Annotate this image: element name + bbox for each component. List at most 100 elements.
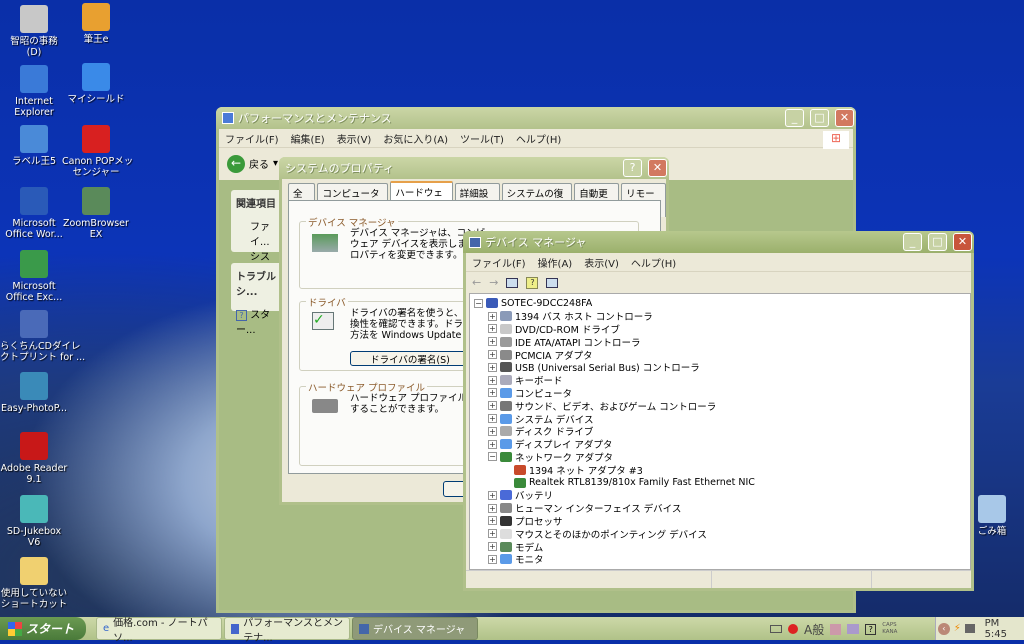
expand-toggle[interactable]: + xyxy=(488,311,497,321)
title-bar[interactable]: デバイス マネージャ _ □ ✕ xyxy=(463,231,974,253)
expand-toggle[interactable]: + xyxy=(488,324,497,334)
expand-toggle[interactable]: + xyxy=(488,426,497,436)
ime-mode[interactable]: A般 xyxy=(804,621,824,638)
desktop-icon[interactable]: らくちんCDダイレ クトプリント for ... xyxy=(0,310,85,363)
menu-item[interactable]: お気に入り(A) xyxy=(383,131,448,146)
taskbar-item-device-manager[interactable]: デバイス マネージャ xyxy=(352,617,478,640)
desktop-icon[interactable]: ラベル王5 xyxy=(0,125,68,167)
menu-item[interactable]: ツール(T) xyxy=(460,131,504,146)
desktop-icon[interactable]: ZoomBrowser EX xyxy=(62,187,130,240)
expand-toggle[interactable]: + xyxy=(488,542,497,552)
desktop-icon[interactable]: SD-Jukebox V6 xyxy=(0,495,68,548)
tree-node[interactable]: +1394 バス ホスト コントローラ xyxy=(474,310,966,323)
tray-expand-icon[interactable]: ‹ xyxy=(938,622,950,635)
tree-node[interactable]: + コンピュータ xyxy=(474,387,966,400)
expand-toggle[interactable]: + xyxy=(488,554,497,564)
expand-toggle[interactable]: + xyxy=(488,388,497,398)
tree-node[interactable]: + マウスとそのほかのポインティング デバイス xyxy=(474,527,966,541)
tree-node[interactable]: + プロセッサ xyxy=(474,515,966,528)
desktop-icon[interactable]: Microsoft Office Exc... xyxy=(0,250,68,303)
desktop-icon[interactable]: Canon POPメッ センジャー xyxy=(62,125,133,178)
expand-toggle[interactable]: + xyxy=(488,516,497,526)
desktop-icon[interactable]: Microsoft Office Wor... xyxy=(0,187,68,240)
menu-item[interactable]: 表示(V) xyxy=(584,255,619,270)
tree-node[interactable]: − ネットワーク アダプタ xyxy=(474,451,966,464)
desktop-icon[interactable]: 智昭の事務 (D) xyxy=(0,5,68,58)
back-icon[interactable]: ← xyxy=(472,276,481,289)
tree-node[interactable]: + システム デバイス xyxy=(474,412,966,426)
desktop-icon[interactable]: 筆王e xyxy=(62,3,130,45)
menu-item[interactable]: ヘルプ(H) xyxy=(516,131,561,146)
desktop-icon[interactable]: 使用していない ショートカット xyxy=(0,557,68,610)
tree-node[interactable]: + ディスク ドライブ xyxy=(474,425,966,438)
back-icon[interactable]: ← xyxy=(227,154,245,173)
tree-node[interactable]: + DVD/CD-ROM ドライブ xyxy=(474,323,966,336)
tree-node[interactable]: − SOTEC-9DCC248FA xyxy=(474,297,966,310)
forward-icon[interactable]: → xyxy=(489,276,498,289)
expand-toggle[interactable]: + xyxy=(488,401,497,411)
title-bar[interactable]: パフォーマンスとメンテナンス _ □ ✕ xyxy=(216,107,856,129)
taskbar-item-browser[interactable]: e 価格.com - ノートパソ... xyxy=(96,617,222,644)
tree-node[interactable]: + PCMCIA アダプタ xyxy=(474,348,966,362)
close-button[interactable]: ✕ xyxy=(953,233,972,251)
desktop-icon[interactable]: マイシールド xyxy=(62,63,130,105)
power-icon[interactable]: ⚡ xyxy=(954,623,961,634)
tree-node[interactable]: + サウンド、ビデオ、およびゲーム コントローラ xyxy=(474,399,966,413)
driver-signing-button[interactable]: ドライバの署名(S) xyxy=(350,351,470,366)
menu-item[interactable]: 操作(A) xyxy=(538,255,573,270)
ime-red-icon[interactable] xyxy=(788,624,798,634)
tree-node[interactable]: 1394 ネット アダプタ #3 xyxy=(474,463,966,477)
expand-toggle[interactable]: + xyxy=(488,375,497,385)
tree-node[interactable]: + USB (Universal Serial Bus) コントローラ xyxy=(474,361,966,374)
expand-toggle[interactable]: + xyxy=(488,490,497,500)
desktop-icon[interactable]: Easy-PhotoP... xyxy=(0,372,68,414)
close-button[interactable]: ✕ xyxy=(648,159,667,177)
title-bar[interactable]: システムのプロパティ ? ✕ xyxy=(279,157,669,179)
tree-node[interactable]: + IDE ATA/ATAPI コントローラ xyxy=(474,335,966,349)
expand-toggle[interactable]: + xyxy=(488,362,497,372)
menu-item[interactable]: ファイル(F) xyxy=(472,255,526,270)
help-icon[interactable]: ? xyxy=(526,276,539,289)
expand-toggle[interactable]: + xyxy=(488,414,497,424)
menu-item[interactable]: 編集(E) xyxy=(291,131,325,146)
minimize-button[interactable]: _ xyxy=(785,109,804,127)
tree-node[interactable]: + ヒューマン インターフェイス デバイス xyxy=(474,502,966,515)
desktop-icon[interactable]: Adobe Reader 9.1 xyxy=(0,432,68,485)
tree-node[interactable]: + キーボード xyxy=(474,374,966,387)
expand-toggle[interactable]: + xyxy=(488,503,497,513)
expand-toggle[interactable]: + xyxy=(488,439,497,449)
expand-toggle[interactable]: + xyxy=(488,350,497,360)
tree-node[interactable]: + モデム xyxy=(474,540,966,554)
tree-node[interactable]: + ディスプレイ アダプタ xyxy=(474,438,966,451)
device-icon xyxy=(500,349,512,360)
tree-node[interactable]: + モニタ xyxy=(474,553,966,566)
taskbar-item-performance[interactable]: パフォーマンスとメンテナ... xyxy=(224,617,350,644)
close-button[interactable]: ✕ xyxy=(835,109,854,127)
expand-toggle[interactable]: + xyxy=(488,529,497,539)
properties-icon[interactable] xyxy=(506,277,519,288)
ime-pad-icon[interactable] xyxy=(830,623,842,635)
desktop-icon[interactable]: Internet Explorer xyxy=(0,65,68,118)
expand-toggle[interactable]: + xyxy=(488,337,497,347)
tree-node[interactable]: + バッテリ xyxy=(474,489,966,502)
tree-node[interactable]: Realtek RTL8139/810x Family Fast Etherne… xyxy=(474,476,966,489)
network-icon[interactable] xyxy=(964,624,975,633)
expand-toggle[interactable]: − xyxy=(474,298,483,308)
desktop-icon-label: Internet Explorer xyxy=(14,96,54,118)
start-button[interactable]: スタート xyxy=(0,617,86,640)
help-button[interactable]: ? xyxy=(623,159,642,177)
menu-item[interactable]: 表示(V) xyxy=(337,131,372,146)
keyboard-icon[interactable] xyxy=(770,625,782,633)
help-icon[interactable]: ? xyxy=(865,623,877,635)
clock[interactable]: PM 5:45 xyxy=(985,618,1024,640)
dictionary-icon[interactable] xyxy=(847,624,860,634)
show-hide-icon[interactable] xyxy=(546,277,559,288)
expand-toggle[interactable]: − xyxy=(488,452,497,462)
maximize-button[interactable]: □ xyxy=(928,233,947,251)
back-button[interactable]: 戻る xyxy=(249,156,269,171)
minimize-button[interactable]: _ xyxy=(903,233,922,251)
maximize-button[interactable]: □ xyxy=(810,109,829,127)
device-tree[interactable]: − SOTEC-9DCC248FA +1394 バス ホスト コントローラ + DVD/… xyxy=(469,293,971,570)
menu-item[interactable]: ファイル(F) xyxy=(225,131,279,146)
menu-item[interactable]: ヘルプ(H) xyxy=(631,255,676,270)
